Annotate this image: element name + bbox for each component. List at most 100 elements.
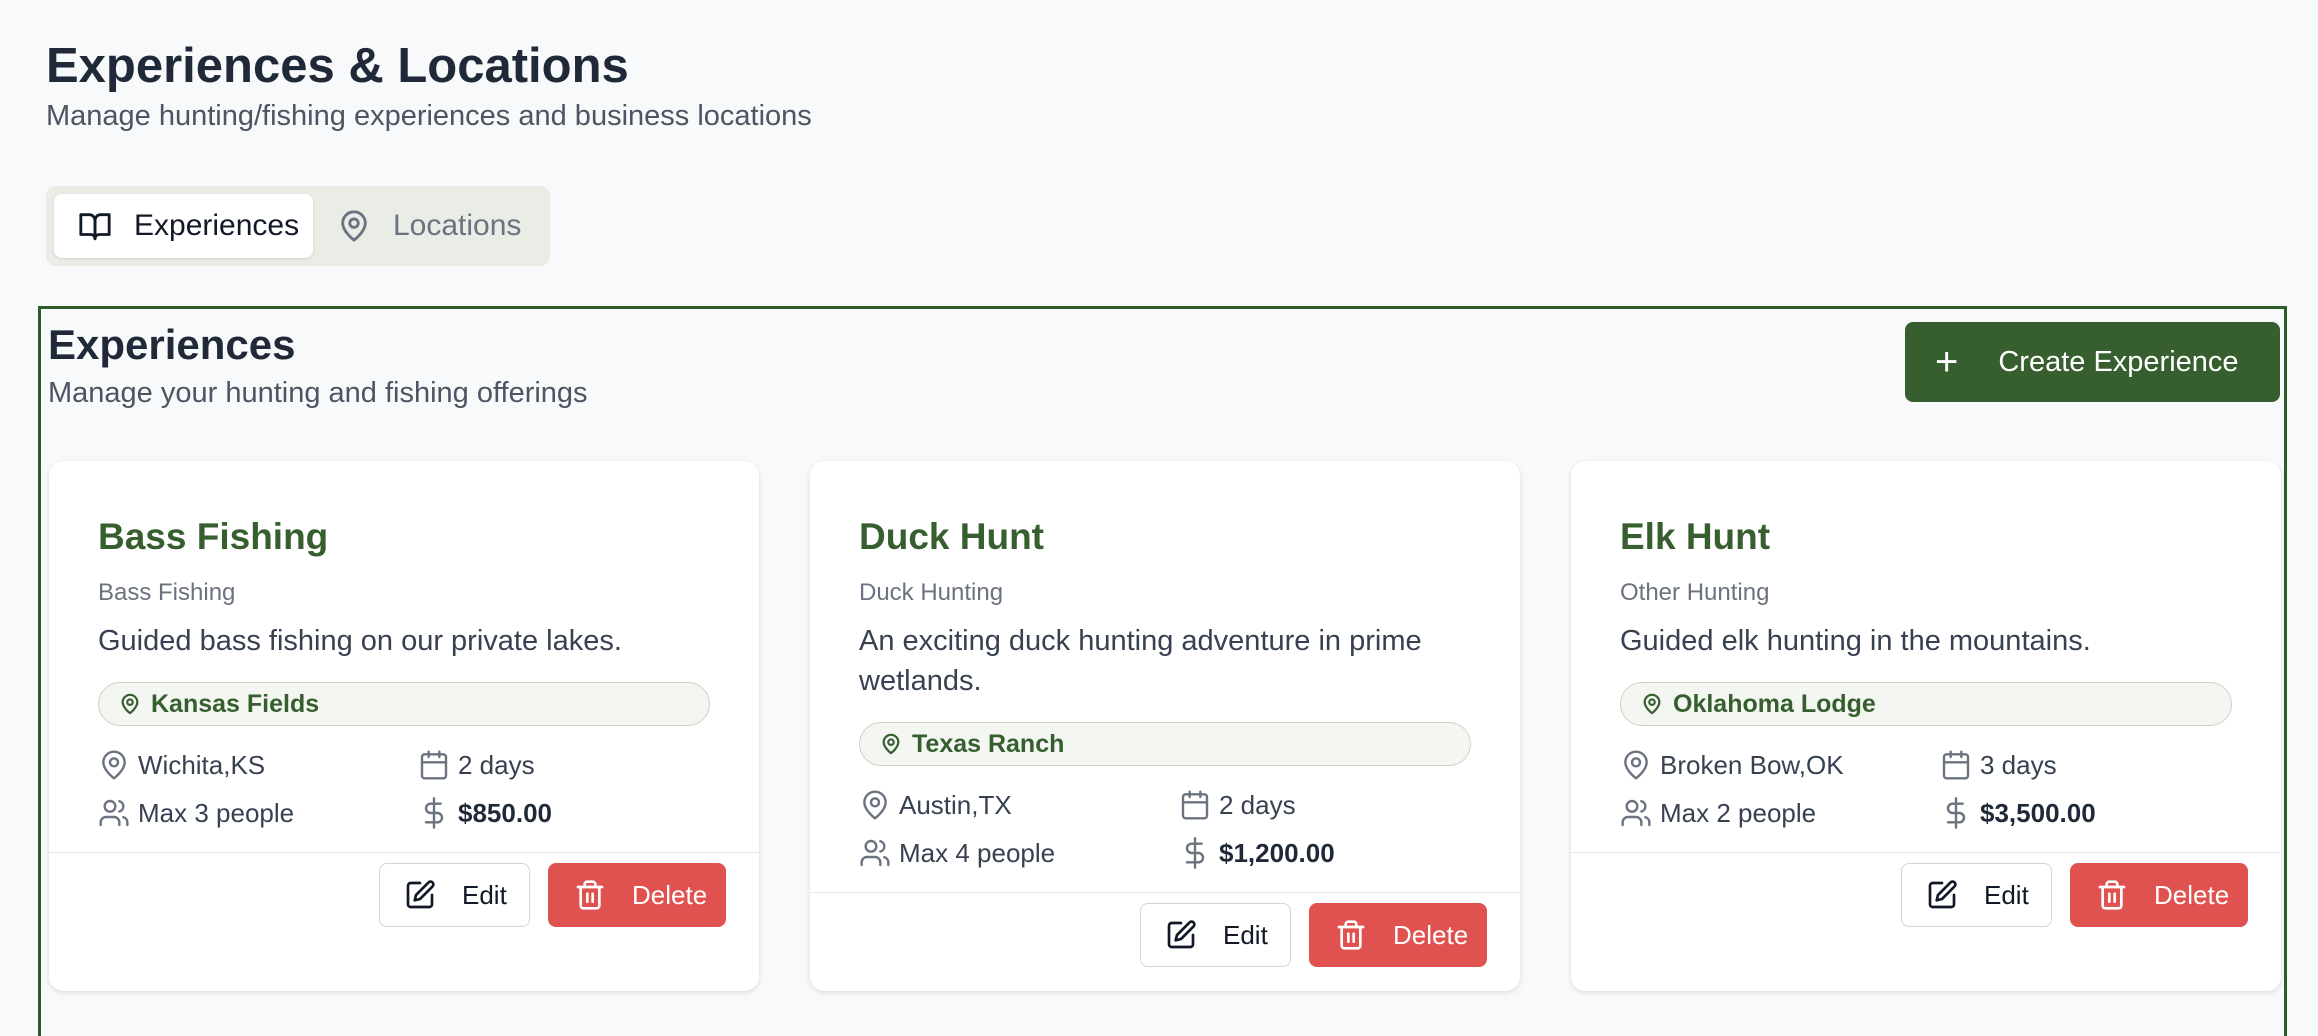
delete-label: Delete <box>1393 919 1469 950</box>
section-subtitle: Manage your hunting and fishing offering… <box>48 377 588 409</box>
capacity-text: Max 2 people <box>1660 797 1817 828</box>
card-title: Duck Hunt <box>859 516 1044 557</box>
edit-icon <box>404 879 436 911</box>
price-text: $3,500.00 <box>1980 797 2096 828</box>
card-price: $850.00 <box>418 797 738 829</box>
edit-label: Edit <box>462 879 507 910</box>
page-subtitle: Manage hunting/fishing experiences and b… <box>46 100 812 132</box>
map-pin-icon <box>880 733 902 755</box>
location-badge: Kansas Fields <box>98 682 710 726</box>
users-icon <box>1620 797 1652 829</box>
location-badge-label: Kansas Fields <box>151 689 320 718</box>
city-text: Wichita,KS <box>138 749 266 780</box>
users-icon <box>859 837 891 869</box>
section-title: Experiences <box>48 321 296 368</box>
page-header: Experiences & Locations Manage hunting/f… <box>46 36 812 136</box>
delete-button[interactable]: Delete <box>2070 863 2248 927</box>
duration-text: 2 days <box>458 749 535 780</box>
delete-button[interactable]: Delete <box>548 863 726 927</box>
card-meta: Austin,TX 2 days Max 4 people $1,200.00 <box>859 781 1499 877</box>
experience-card: Elk Hunt Other Hunting Guided elk huntin… <box>1571 461 2281 991</box>
delete-label: Delete <box>2154 879 2230 910</box>
edit-label: Edit <box>1984 879 2029 910</box>
map-pin-icon <box>337 209 371 243</box>
edit-icon <box>1165 919 1197 951</box>
dollar-icon <box>418 797 450 829</box>
card-meta: Broken Bow,OK 3 days Max 2 people $3,500… <box>1620 741 2260 837</box>
experience-card: Bass Fishing Bass Fishing Guided bass fi… <box>49 461 759 991</box>
card-price: $3,500.00 <box>1940 797 2260 829</box>
map-pin-icon <box>98 749 130 781</box>
card-city: Wichita,KS <box>98 749 418 781</box>
calendar-icon <box>418 749 450 781</box>
tab-bar: Experiences Locations <box>46 186 550 266</box>
city-text: Broken Bow,OK <box>1660 749 1844 780</box>
duration-text: 2 days <box>1219 789 1296 820</box>
tab-experiences[interactable]: Experiences <box>54 194 313 258</box>
location-badge: Texas Ranch <box>859 722 1471 766</box>
tab-locations[interactable]: Locations <box>313 194 542 258</box>
capacity-text: Max 3 people <box>138 797 295 828</box>
card-city: Broken Bow,OK <box>1620 749 1940 781</box>
calendar-icon <box>1179 789 1211 821</box>
book-open-icon <box>78 209 112 243</box>
card-title: Elk Hunt <box>1620 516 1771 557</box>
users-icon <box>98 797 130 829</box>
card-type: Duck Hunting <box>859 579 1004 606</box>
card-title: Bass Fishing <box>98 516 329 557</box>
edit-icon <box>1926 879 1958 911</box>
trash-icon <box>2096 879 2128 911</box>
duration-text: 3 days <box>1980 749 2057 780</box>
card-actions: Edit Delete <box>379 863 726 927</box>
trash-icon <box>1335 919 1367 951</box>
create-experience-label: Create Experience <box>1998 345 2239 378</box>
card-price: $1,200.00 <box>1179 837 1499 869</box>
edit-button[interactable]: Edit <box>379 863 530 927</box>
card-type: Bass Fishing <box>98 579 236 606</box>
trash-icon <box>574 879 606 911</box>
experiences-section: Experiences Manage your hunting and fish… <box>38 306 2287 1036</box>
plus-icon: + <box>1935 340 1959 384</box>
card-duration: 2 days <box>1179 789 1499 821</box>
card-meta: Wichita,KS 2 days Max 3 people $850.00 <box>98 741 738 837</box>
card-capacity: Max 4 people <box>859 837 1179 869</box>
card-divider <box>49 852 759 853</box>
location-badge-label: Oklahoma Lodge <box>1673 689 1876 718</box>
calendar-icon <box>1940 749 1972 781</box>
card-description: An exciting duck hunting adventure in pr… <box>859 625 1422 697</box>
experience-card: Duck Hunt Duck Hunting An exciting duck … <box>810 461 1520 991</box>
map-pin-icon <box>1641 693 1663 715</box>
capacity-text: Max 4 people <box>899 837 1056 868</box>
card-capacity: Max 3 people <box>98 797 418 829</box>
card-description: Guided elk hunting in the mountains. <box>1620 625 2091 657</box>
card-type: Other Hunting <box>1620 579 1770 606</box>
map-pin-icon <box>1620 749 1652 781</box>
card-actions: Edit Delete <box>1140 903 1487 967</box>
location-badge-label: Texas Ranch <box>912 729 1065 758</box>
create-experience-button[interactable]: + Create Experience <box>1905 322 2280 402</box>
edit-label: Edit <box>1223 919 1268 950</box>
card-duration: 3 days <box>1940 749 2260 781</box>
card-capacity: Max 2 people <box>1620 797 1940 829</box>
edit-button[interactable]: Edit <box>1901 863 2052 927</box>
tab-label: Experiences <box>134 209 300 242</box>
dollar-icon <box>1940 797 1972 829</box>
card-divider <box>810 892 1520 893</box>
delete-label: Delete <box>632 879 708 910</box>
map-pin-icon <box>119 693 141 715</box>
location-badge: Oklahoma Lodge <box>1620 682 2232 726</box>
card-description: Guided bass fishing on our private lakes… <box>98 625 622 657</box>
city-text: Austin,TX <box>899 789 1012 820</box>
price-text: $1,200.00 <box>1219 837 1335 868</box>
tab-label: Locations <box>393 209 522 242</box>
delete-button[interactable]: Delete <box>1309 903 1487 967</box>
map-pin-icon <box>859 789 891 821</box>
card-actions: Edit Delete <box>1901 863 2248 927</box>
price-text: $850.00 <box>458 797 552 828</box>
page-title: Experiences & Locations <box>46 39 629 93</box>
card-city: Austin,TX <box>859 789 1179 821</box>
dollar-icon <box>1179 837 1211 869</box>
card-divider <box>1571 852 2281 853</box>
edit-button[interactable]: Edit <box>1140 903 1291 967</box>
card-duration: 2 days <box>418 749 738 781</box>
